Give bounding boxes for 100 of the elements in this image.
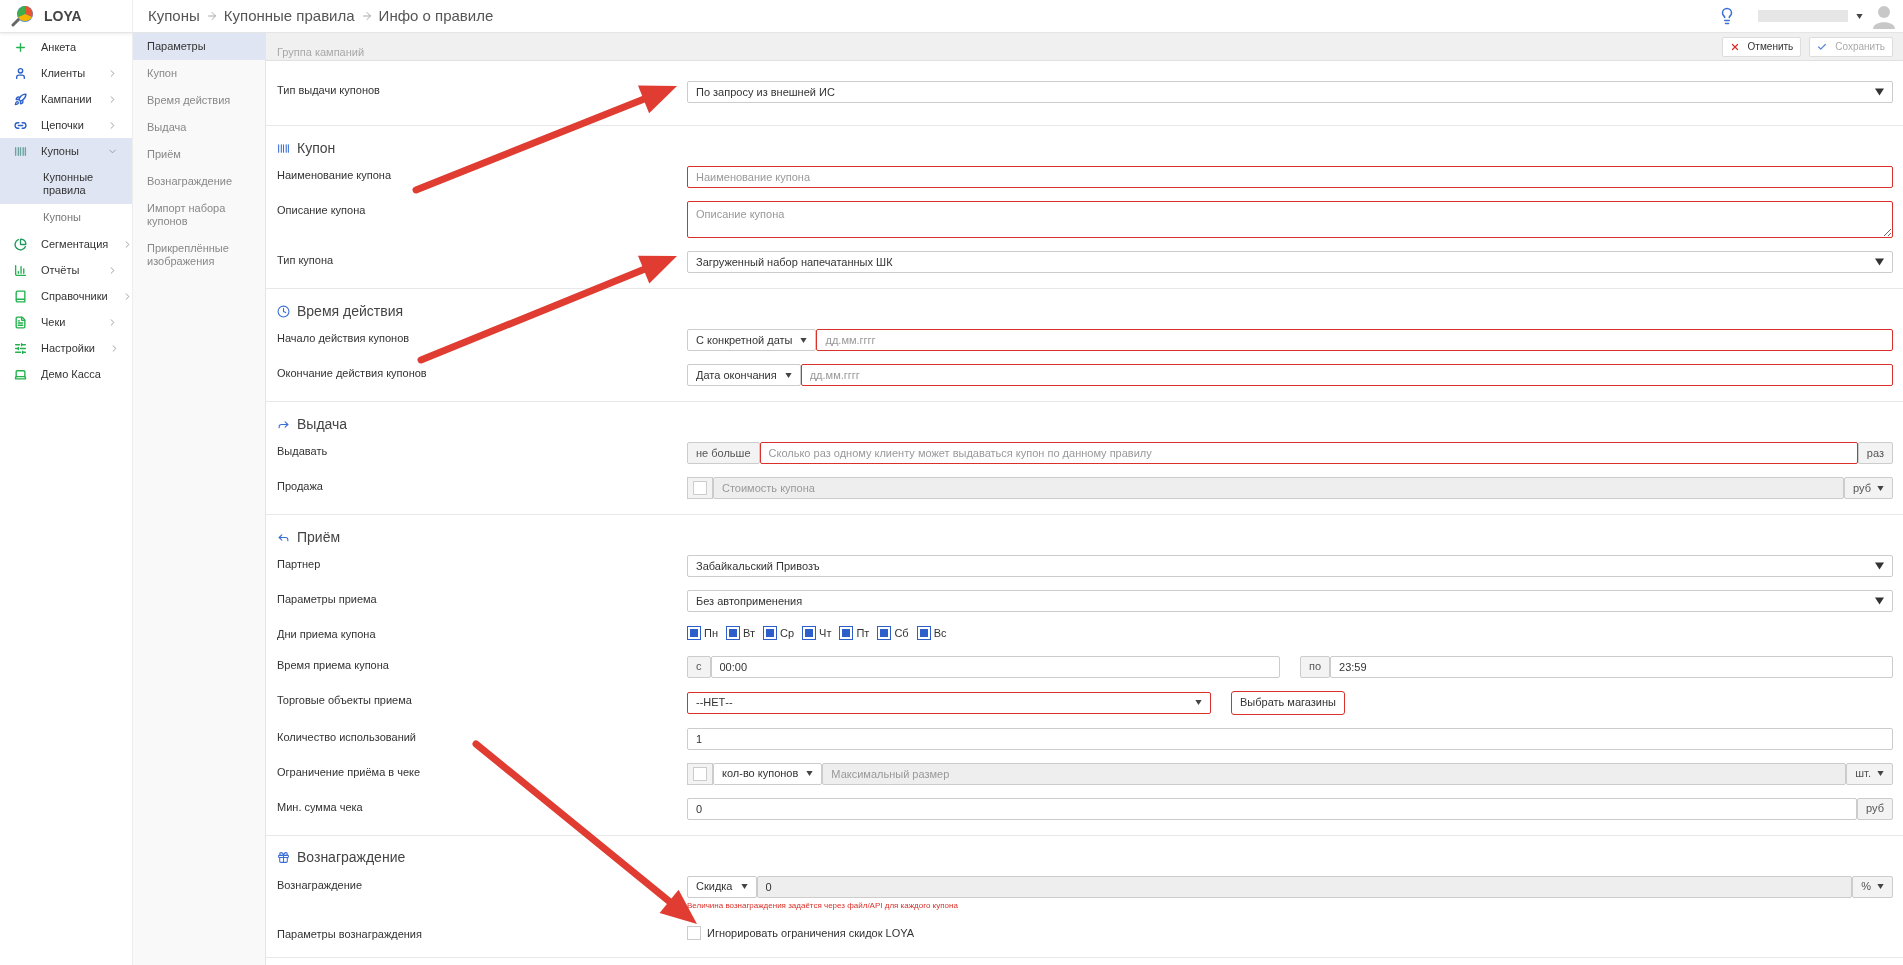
- mode-dropdown[interactable]: кол-во купонов: [713, 762, 823, 785]
- day-label: Чт: [819, 626, 832, 641]
- sidebar-item[interactable]: Клиенты: [0, 60, 132, 86]
- unit-dropdown[interactable]: руб: [1844, 477, 1893, 499]
- unit-dropdown[interactable]: шт.: [1846, 762, 1893, 785]
- gift-icon: [277, 851, 290, 864]
- sidebar-subitem[interactable]: Купоны: [0, 204, 132, 231]
- field-label: Ограничение приёма в чеке: [277, 764, 422, 780]
- caret-icon: [800, 337, 808, 343]
- field-label: Вознаграждение: [277, 877, 364, 893]
- section-nav-item[interactable]: Время действия: [133, 87, 265, 114]
- select-field[interactable]: Загруженный набор напечатанных ШК: [687, 251, 1893, 273]
- field-label: Параметры вознаграждения: [277, 926, 423, 942]
- faded-field-label: Группа кампаний: [277, 45, 365, 61]
- breadcrumb-link[interactable]: Инфо о правиле: [378, 4, 494, 28]
- section-nav-item[interactable]: Вознаграждение: [133, 168, 265, 195]
- date-field[interactable]: дд.мм.гггг: [800, 364, 1893, 386]
- sliders-icon: [14, 341, 27, 355]
- checkbox-label: Игнорировать ограничения скидок LOYA: [707, 925, 915, 941]
- checkbox[interactable]: [726, 626, 740, 641]
- field-label: Продажа: [277, 479, 324, 494]
- breadcrumb-link[interactable]: Купоны: [148, 4, 200, 28]
- reward-type-dropdown[interactable]: Скидка: [687, 875, 757, 898]
- input-addon: по: [1300, 655, 1331, 678]
- hint-text: Величина вознаграждения задаётся через файл/API для каждого купона: [687, 899, 959, 912]
- sidebar-item[interactable]: Цепочки: [0, 112, 132, 138]
- sidebar-item[interactable]: Кампании: [0, 86, 132, 112]
- field-label: Наименование купона: [277, 168, 392, 183]
- textarea-field[interactable]: Описание купона: [687, 201, 1893, 238]
- date-field[interactable]: дд.мм.гггг: [816, 329, 1893, 351]
- sidebar-item[interactable]: Купоны: [0, 138, 132, 164]
- section-title: Вознаграждение: [297, 848, 406, 867]
- select-field[interactable]: По запросу из внешней ИС: [687, 81, 1893, 103]
- field-label: Количество использований: [277, 729, 417, 745]
- field-label: Мин. сумма чека: [277, 799, 364, 815]
- field-label: Окончание действия купонов: [277, 366, 428, 381]
- document-icon: [14, 315, 27, 329]
- caret-icon: [1856, 13, 1863, 19]
- sidebar-item[interactable]: Сегментация: [0, 231, 132, 257]
- field-label: Время приема купона: [277, 657, 390, 673]
- breadcrumb-link[interactable]: Купонные правила: [223, 4, 355, 28]
- input-field[interactable]: 1: [687, 727, 1893, 750]
- input-field[interactable]: Сколько раз одному клиенту может выдаваться купон по данному правилу: [759, 442, 1858, 464]
- section-nav-item[interactable]: Прикреплённые изображения: [133, 235, 265, 275]
- bar-chart-icon: [14, 263, 27, 277]
- sidebar-item[interactable]: Настройки: [0, 335, 132, 361]
- section-title: Выдача: [297, 414, 348, 434]
- select-stores-button[interactable]: Выбрать магазины: [1231, 690, 1345, 715]
- field-label: Торговые объекты приема: [277, 692, 413, 708]
- input-addon: не больше: [687, 442, 760, 464]
- input-field[interactable]: Наименование купона: [687, 166, 1893, 188]
- checkbox[interactable]: [916, 626, 931, 641]
- caret-icon: [740, 884, 748, 889]
- section-nav-item[interactable]: Приём: [133, 141, 265, 168]
- barcode-icon: [14, 144, 27, 158]
- section-title: Время действия: [297, 301, 404, 321]
- select-field[interactable]: Забайкальский Привозъ: [687, 555, 1893, 577]
- unit-dropdown[interactable]: %: [1852, 875, 1893, 898]
- time-field[interactable]: 23:59: [1330, 655, 1893, 678]
- plus-icon: [14, 40, 27, 54]
- caret-icon: [1877, 771, 1884, 776]
- sidebar-item[interactable]: Отчёты: [0, 257, 132, 283]
- day-label: Вт: [743, 626, 755, 641]
- caret-icon: [1875, 597, 1884, 605]
- input-field[interactable]: 0: [687, 797, 1858, 820]
- section-nav-item[interactable]: Параметры: [133, 33, 265, 60]
- checkbox[interactable]: [877, 626, 892, 641]
- sidebar-item[interactable]: Справочники: [0, 283, 132, 309]
- select-value: --НЕТ--: [696, 695, 733, 711]
- date-mode-dropdown[interactable]: Дата окончания: [687, 364, 801, 386]
- select-field[interactable]: --НЕТ--: [687, 691, 1211, 714]
- day-label: Пн: [704, 626, 718, 641]
- caret-icon: [1875, 562, 1884, 570]
- checkbox[interactable]: [839, 626, 854, 641]
- checkbox[interactable]: [763, 626, 777, 641]
- caret-icon: [1875, 258, 1884, 266]
- field-label: Дни приема купона: [277, 627, 377, 642]
- section-nav-item[interactable]: Импорт набора купонов: [133, 195, 265, 235]
- cancel-button[interactable]: Отменить: [1721, 36, 1802, 57]
- section-nav-item[interactable]: Купон: [133, 60, 265, 87]
- sidebar-item[interactable]: Демо Касса: [0, 361, 132, 387]
- sidebar-item[interactable]: Анкета: [0, 34, 132, 60]
- select-field[interactable]: Без автоприменения: [687, 590, 1893, 612]
- select-value: Забайкальский Привозъ: [696, 558, 820, 574]
- checkbox[interactable]: [802, 626, 817, 641]
- field-label: Партнер: [277, 557, 322, 572]
- arrow-right-icon: [360, 10, 373, 22]
- caret-icon: [1195, 700, 1202, 705]
- check-icon: [1817, 41, 1828, 52]
- select-value: По запросу из внешней ИС: [696, 84, 835, 100]
- checkbox[interactable]: [687, 626, 701, 641]
- sidebar-subitem[interactable]: Купонные правила: [0, 164, 132, 204]
- field-label: Описание купона: [277, 203, 367, 218]
- time-field[interactable]: 00:00: [710, 655, 1280, 678]
- close-icon: [1729, 41, 1740, 52]
- logo-icon: [10, 5, 34, 27]
- sidebar-item[interactable]: Чеки: [0, 309, 132, 335]
- select-value: Загруженный набор напечатанных ШК: [696, 254, 893, 270]
- date-mode-dropdown[interactable]: С конкретной даты: [687, 329, 817, 351]
- input-addon: раз: [1857, 442, 1893, 464]
